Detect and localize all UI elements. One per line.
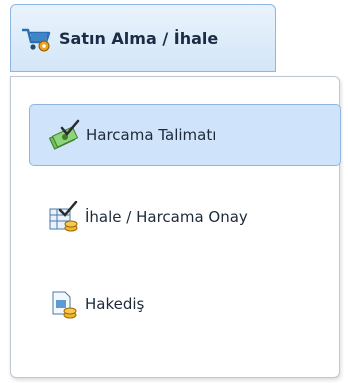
purchasing-menu: Satın Alma / İhale Harcama Talimatı İhal… <box>0 0 348 383</box>
menu-tab-label: Satın Alma / İhale <box>59 28 219 48</box>
menu-item-harcama-talimati[interactable]: Harcama Talimatı <box>29 104 341 166</box>
menu-item-hakedis[interactable]: Hakediş <box>29 273 341 335</box>
payment-document-icon <box>47 288 79 320</box>
menu-item-label: İhale / Harcama Onay <box>85 208 248 226</box>
menu-item-label: Harcama Talimatı <box>86 126 217 144</box>
approval-table-icon <box>47 200 79 233</box>
money-check-icon <box>48 119 80 151</box>
dropdown-menu: Harcama Talimatı İhale / Harcama Onay Ha… <box>10 76 341 378</box>
shopping-cart-icon <box>19 22 51 54</box>
menu-item-ihale-harcama-onay[interactable]: İhale / Harcama Onay <box>29 186 341 248</box>
menu-item-label: Hakediş <box>85 295 145 313</box>
menu-tab-satin-alma[interactable]: Satın Alma / İhale <box>10 4 276 72</box>
